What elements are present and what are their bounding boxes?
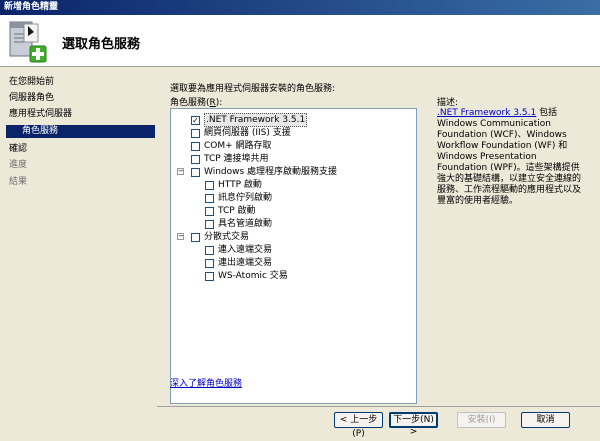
learn-more-link[interactable]: 深入了解角色服務	[170, 376, 242, 389]
main-content: 選取要為應用程式伺服器安裝的角色服務: 角色服務(R): ✓ .NET Fram…	[157, 68, 600, 439]
nav-step-progress: 進度	[9, 160, 28, 170]
nav-step-role-services[interactable]: 角色服務	[6, 125, 155, 138]
nav-step-results: 結果	[9, 177, 28, 187]
checkbox[interactable]	[205, 219, 214, 229]
checkbox[interactable]	[191, 232, 200, 242]
role-services-label: 角色服務(R):	[170, 98, 223, 108]
description-label: 描述:	[437, 98, 459, 108]
tree-item-tcp-activation[interactable]: TCP 啟動	[205, 205, 256, 217]
tree-item-ws-atomic-transactions[interactable]: WS-Atomic 交易	[205, 270, 288, 282]
server-wizard-icon	[9, 21, 47, 63]
tree-item-net-framework[interactable]: ✓ .NET Framework 3.5.1	[191, 113, 308, 127]
description-link[interactable]: .NET Framework 3.5.1	[437, 108, 536, 118]
tree-item-was-support[interactable]: Windows 處理程序啟動服務支援	[191, 166, 337, 178]
next-button[interactable]: 下一步(N) >	[389, 412, 438, 437]
collapse-icon[interactable]: −	[177, 233, 184, 240]
cancel-button[interactable]: 取消	[521, 412, 570, 428]
wizard-banner: 選取角色服務	[0, 15, 600, 67]
back-button[interactable]: < 上一步(P)	[334, 412, 383, 439]
checkbox[interactable]	[205, 245, 214, 255]
wizard-steps-nav: 在您開始前 伺服器角色 應用程式伺服器 角色服務 確認 進度 結果	[0, 68, 156, 432]
tree-item-distributed-transactions[interactable]: 分散式交易	[191, 231, 249, 243]
nav-step-server-roles[interactable]: 伺服器角色	[9, 92, 54, 105]
tree-item-msmq-activation[interactable]: 訊息佇列啟動	[205, 192, 272, 204]
checkbox[interactable]	[205, 271, 214, 281]
nav-step-application-server[interactable]: 應用程式伺服器	[9, 108, 72, 121]
tree-item-incoming-remote-transactions[interactable]: 連入遠端交易	[205, 244, 272, 256]
nav-step-confirmation[interactable]: 確認	[9, 143, 27, 156]
tree-item-named-pipes-activation[interactable]: 具名管道啟動	[205, 218, 272, 230]
checkbox[interactable]	[205, 258, 214, 268]
nav-step-before-you-begin[interactable]: 在您開始前	[9, 76, 54, 89]
checkbox[interactable]	[191, 141, 200, 151]
window-title: 新增角色精靈	[0, 0, 600, 15]
tree-item-http-activation[interactable]: HTTP 啟動	[205, 179, 262, 191]
checkbox[interactable]	[191, 167, 200, 177]
page-heading: 選取角色服務	[62, 37, 141, 52]
install-button: 安裝(I)	[457, 412, 506, 428]
checkbox[interactable]	[191, 128, 200, 138]
role-services-tree[interactable]: ✓ .NET Framework 3.5.1 網頁伺服器 (IIS) 支援 CO…	[170, 108, 417, 404]
checkbox[interactable]	[191, 154, 200, 164]
description-text: .NET Framework 3.5.1 包括 Windows Communic…	[437, 108, 582, 206]
checkbox[interactable]	[205, 193, 214, 203]
collapse-icon[interactable]: −	[177, 168, 184, 175]
checkbox[interactable]	[205, 180, 214, 190]
instruction-text: 選取要為應用程式伺服器安裝的角色服務:	[170, 84, 336, 94]
tree-item-com-network-access[interactable]: COM+ 網路存取	[191, 140, 272, 152]
tree-item-tcp-port-sharing[interactable]: TCP 連接埠共用	[191, 153, 269, 165]
tree-item-outgoing-remote-transactions[interactable]: 連出遠端交易	[205, 257, 272, 269]
checkbox-checked[interactable]: ✓	[191, 115, 200, 125]
checkbox[interactable]	[205, 206, 214, 216]
divider	[157, 406, 600, 407]
tree-item-iis-support[interactable]: 網頁伺服器 (IIS) 支援	[191, 127, 291, 139]
